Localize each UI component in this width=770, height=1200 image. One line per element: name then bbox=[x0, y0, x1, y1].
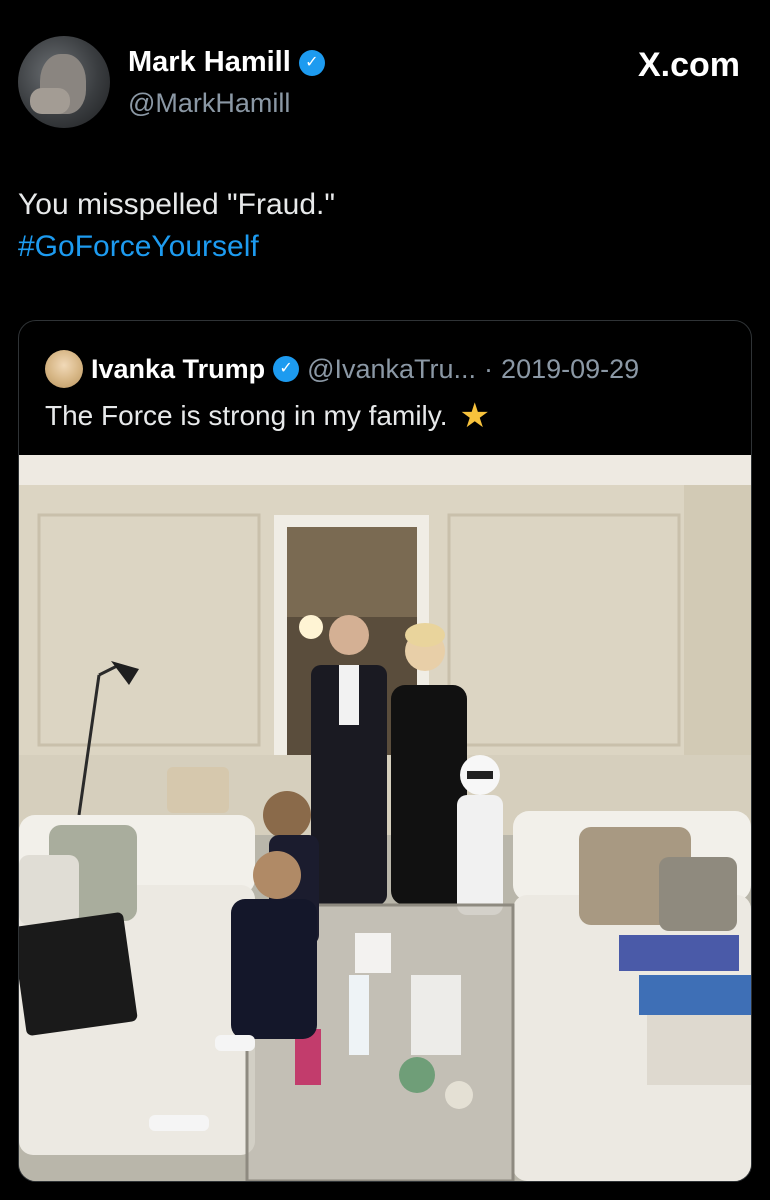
living-room-photo-icon bbox=[19, 455, 751, 1181]
avatar-hand bbox=[30, 88, 70, 114]
quote-date[interactable]: 2019-09-29 bbox=[501, 354, 639, 385]
tweet-text: You misspelled "Fraud." #GoForceYourself bbox=[18, 184, 335, 268]
quote-text-row: The Force is strong in my family. ★ bbox=[45, 399, 490, 433]
site-label: X.com bbox=[637, 46, 740, 84]
quote-photo[interactable] bbox=[19, 455, 751, 1181]
author-name-row[interactable]: Mark Hamill ✓ bbox=[128, 46, 325, 79]
quote-author-name[interactable]: Ivanka Trump bbox=[91, 354, 265, 385]
author-handle[interactable]: @MarkHamill bbox=[128, 88, 290, 119]
quote-author-avatar[interactable] bbox=[45, 350, 83, 388]
quoted-tweet-card[interactable]: Ivanka Trump ✓ @IvankaTru... · 2019-09-2… bbox=[18, 320, 752, 1182]
verified-badge-icon: ✓ bbox=[298, 49, 325, 76]
tweet-header: Mark Hamill ✓ @MarkHamill X.com bbox=[18, 36, 740, 136]
quote-header: Ivanka Trump ✓ @IvankaTru... · 2019-09-2… bbox=[45, 349, 639, 389]
hashtag-link[interactable]: #GoForceYourself bbox=[18, 226, 335, 268]
verified-badge-icon: ✓ bbox=[273, 356, 300, 382]
author-name[interactable]: Mark Hamill bbox=[128, 46, 291, 79]
quote-author-handle[interactable]: @IvankaTru... bbox=[307, 354, 476, 385]
quote-text: The Force is strong in my family. bbox=[45, 400, 448, 431]
tweet-body: You misspelled "Fraud." bbox=[18, 188, 336, 221]
quote-separator: · bbox=[484, 353, 494, 384]
author-avatar[interactable] bbox=[18, 36, 110, 128]
star-icon: ★ bbox=[459, 397, 490, 435]
